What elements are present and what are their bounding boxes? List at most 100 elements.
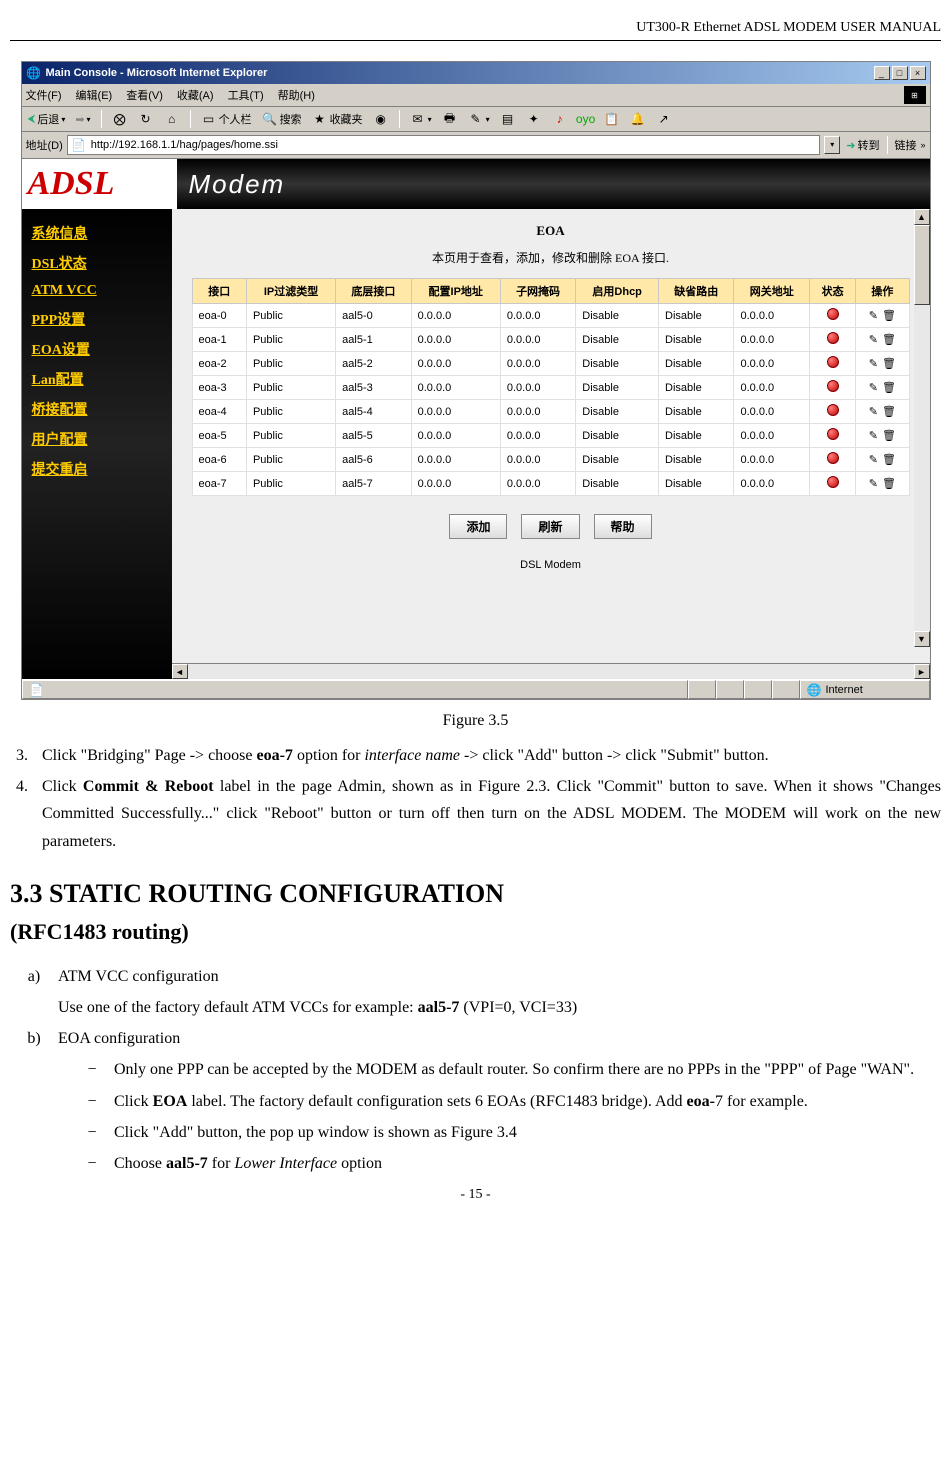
ie-app-icon: 🌐 [26, 65, 42, 81]
table-cell: eoa-7 [192, 472, 246, 496]
minimize-button[interactable]: _ [874, 66, 890, 80]
maximize-button[interactable]: □ [892, 66, 908, 80]
home-icon: ⌂ [164, 111, 180, 127]
section-heading: 3.3 STATIC ROUTING CONFIGURATION [10, 879, 941, 909]
edit-icon: ✎ [468, 111, 484, 127]
edit-icon[interactable]: ✎ [869, 309, 878, 322]
section-subheading: (RFC1483 routing) [10, 919, 941, 945]
add-button[interactable]: 添加 [449, 514, 507, 539]
extra4-button[interactable]: 🔔 [628, 111, 648, 127]
mail-button[interactable]: ✉▾ [408, 111, 434, 127]
delete-icon[interactable]: 🗑 [882, 477, 896, 490]
stop-button[interactable]: ⨂ [110, 111, 130, 127]
sidebar-item[interactable]: PPP设置 [32, 309, 162, 329]
extra1-button[interactable]: ♪ [550, 111, 570, 127]
table-cell: Public [246, 304, 335, 328]
extra5-button[interactable]: ↗ [654, 111, 674, 127]
delete-icon[interactable]: 🗑 [882, 405, 896, 418]
list-number: 3. [10, 742, 42, 769]
address-dropdown[interactable]: ▾ [824, 136, 840, 154]
table-cell: Public [246, 352, 335, 376]
tool-button[interactable]: ✦ [524, 111, 544, 127]
table-cell: 0.0.0.0 [500, 304, 575, 328]
address-input[interactable] [91, 139, 816, 151]
refresh-page-button[interactable]: 刷新 [521, 514, 579, 539]
print-icon: 🖶 [442, 111, 458, 127]
menu-item[interactable]: 帮助(H) [278, 87, 315, 103]
menu-item[interactable]: 工具(T) [228, 87, 264, 103]
sidebar-item[interactable]: 系统信息 [32, 223, 162, 243]
sidebar-item[interactable]: DSL状态 [32, 253, 162, 273]
edit-icon[interactable]: ✎ [869, 381, 878, 394]
close-button[interactable]: × [910, 66, 926, 80]
delete-icon[interactable]: 🗑 [882, 453, 896, 466]
back-button[interactable]: ⮜ 后退 ▾ [26, 111, 68, 127]
refresh-button[interactable]: ↻ [136, 111, 156, 127]
sidebar-item[interactable]: 提交重启 [32, 459, 162, 479]
delete-icon[interactable]: 🗑 [882, 381, 896, 394]
extra-icon: ♪ [552, 111, 568, 127]
edit-icon[interactable]: ✎ [869, 357, 878, 370]
menu-item[interactable]: 收藏(A) [177, 87, 214, 103]
extra3-button[interactable]: 📋 [602, 111, 622, 127]
menu-item[interactable]: 编辑(E) [76, 87, 113, 103]
sidebar-item[interactable]: 桥接配置 [32, 399, 162, 419]
sidebar-item[interactable]: ATM VCC [32, 283, 162, 299]
status-cell [809, 328, 855, 352]
delete-icon[interactable]: 🗑 [882, 309, 896, 322]
ie-statusbar: 📄 🌐Internet [22, 679, 930, 699]
menu-item[interactable]: 文件(F) [26, 87, 62, 103]
table-row: eoa-0Publicaal5-00.0.0.00.0.0.0DisableDi… [192, 304, 909, 328]
delete-icon[interactable]: 🗑 [882, 429, 896, 442]
table-cell: Disable [659, 328, 734, 352]
help-button[interactable]: 帮助 [594, 514, 652, 539]
favorites-button[interactable]: ★收藏夹 [310, 111, 365, 127]
table-header: IP过滤类型 [246, 279, 335, 304]
sidebar-item[interactable]: Lan配置 [32, 369, 162, 389]
go-button[interactable]: ➜转到 [844, 137, 881, 153]
dash-bullet: − [10, 1119, 114, 1146]
home-button[interactable]: ⌂ [162, 111, 182, 127]
dash-bullet: − [10, 1150, 114, 1177]
sidebar-item[interactable]: EOA设置 [32, 339, 162, 359]
status-cell [809, 448, 855, 472]
table-cell: 0.0.0.0 [411, 448, 500, 472]
table-row: eoa-4Publicaal5-40.0.0.00.0.0.0DisableDi… [192, 400, 909, 424]
sidebar-item[interactable]: 用户配置 [32, 429, 162, 449]
sidebar: 系统信息 DSL状态 ATM VCC PPP设置 EOA设置 Lan配置桥接配置用户配置提… [22, 209, 172, 679]
horizontal-scrollbar[interactable]: ◄ ► [172, 663, 930, 679]
table-cell: Disable [659, 472, 734, 496]
table-cell: aal5-2 [336, 352, 411, 376]
delete-icon[interactable]: 🗑 [882, 357, 896, 370]
links-expand[interactable]: » [920, 140, 925, 150]
search-button[interactable]: 🔍搜索 [260, 111, 304, 127]
forward-button[interactable]: ➡ ▾ [73, 113, 92, 126]
status-zone: 🌐Internet [800, 680, 930, 699]
extra2-button[interactable]: oyo [576, 111, 596, 127]
ie-menubar: 文件(F) 编辑(E) 查看(V) 收藏(A) 工具(T) 帮助(H) ⊞ [22, 84, 930, 107]
action-cell: ✎🗑 [856, 352, 909, 376]
table-header: 启用Dhcp [576, 279, 659, 304]
discuss-button[interactable]: ▤ [498, 111, 518, 127]
media-button[interactable]: ◉ [371, 111, 391, 127]
delete-icon[interactable]: 🗑 [882, 333, 896, 346]
table-cell: aal5-0 [336, 304, 411, 328]
personal-button[interactable]: ▭个人栏 [199, 111, 254, 127]
table-cell: 0.0.0.0 [734, 352, 809, 376]
edit-button[interactable]: ✎▾ [466, 111, 492, 127]
table-cell: 0.0.0.0 [411, 328, 500, 352]
table-cell: 0.0.0.0 [500, 424, 575, 448]
edit-icon[interactable]: ✎ [869, 429, 878, 442]
vertical-scrollbar[interactable]: ▲ ▼ [914, 209, 930, 647]
dash-item-2: Click EOA label. The factory default con… [114, 1088, 941, 1115]
refresh-icon: ↻ [138, 111, 154, 127]
edit-icon[interactable]: ✎ [869, 405, 878, 418]
menu-item[interactable]: 查看(V) [126, 87, 163, 103]
discuss-icon: ▤ [500, 111, 516, 127]
edit-icon[interactable]: ✎ [869, 333, 878, 346]
edit-icon[interactable]: ✎ [869, 453, 878, 466]
edit-icon[interactable]: ✎ [869, 477, 878, 490]
table-cell: eoa-1 [192, 328, 246, 352]
ie-throbber-icon: ⊞ [904, 86, 926, 104]
print-button[interactable]: 🖶 [440, 111, 460, 127]
